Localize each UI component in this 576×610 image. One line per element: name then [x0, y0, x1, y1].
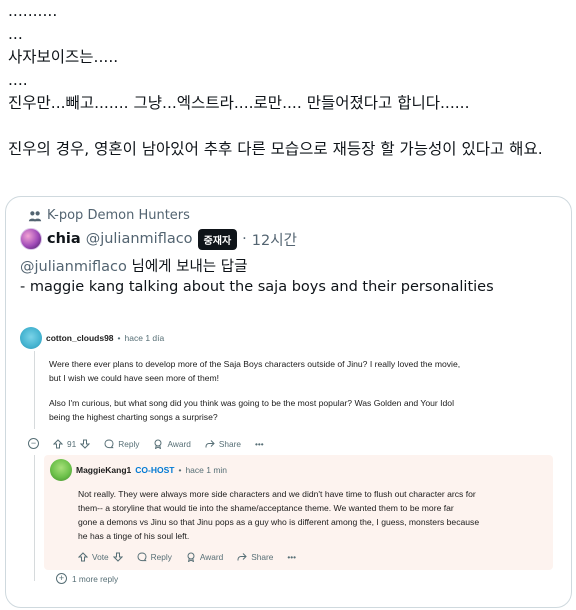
community-name: K-pop Demon Hunters — [47, 208, 190, 223]
share-icon — [237, 553, 247, 561]
more-options-icon: ••• — [254, 438, 264, 449]
post-line: 진우의 경우, 영혼이 남아있어 추후 다른 모습으로 재등장 할 가능성이 있… — [8, 140, 543, 158]
comment-line: Were there ever plans to develop more of… — [49, 359, 461, 369]
comment-line: gone a demons vs Jinu so that Jinu pops … — [78, 517, 480, 527]
post-line: .... — [8, 71, 28, 89]
reply-label: Reply — [118, 438, 140, 449]
post-line: 진우만...빼고....... 그냥...엑스트라....로만.... 만들어졌… — [8, 94, 470, 112]
expand-icon: + — [56, 573, 67, 584]
comment-line: Not really. They were always more side c… — [78, 489, 476, 499]
quote-body: - maggie kang talking about the saja boy… — [20, 279, 494, 295]
share-button: Share — [205, 439, 241, 449]
award-label: Award — [199, 552, 224, 562]
comment-icon — [104, 438, 114, 448]
downvote-icon — [112, 552, 123, 562]
thread-line — [34, 455, 35, 581]
vote-count: 91 — [67, 438, 77, 449]
more-replies-label: 1 more reply — [72, 573, 119, 584]
cohost-badge: CO-HOST — [135, 465, 175, 475]
post-line: .......... — [8, 2, 58, 20]
avatar[interactable] — [20, 228, 42, 250]
reply-label: Reply — [150, 552, 172, 562]
award-label: Award — [167, 438, 191, 449]
separator: · — [242, 231, 247, 247]
thread-line — [34, 351, 35, 429]
comment-user: MaggieKang1 — [76, 465, 132, 475]
post-time[interactable]: 12시간 — [252, 229, 297, 250]
comment-icon — [137, 552, 147, 562]
quote-header: chia @julianmiflaco 중재자 · 12시간 — [20, 228, 297, 250]
award-button: Award — [186, 552, 223, 562]
more-replies: + 1 more reply — [56, 573, 118, 584]
collapse-icon: − — [28, 438, 39, 449]
vote-control: 91 — [53, 438, 91, 449]
share-label: Share — [251, 552, 274, 562]
more-options-icon: ••• — [287, 552, 297, 562]
vote-label: Vote — [92, 552, 109, 562]
reply-mention[interactable]: @julianmiflaco — [20, 259, 127, 275]
author-handle[interactable]: @julianmiflaco — [86, 231, 193, 247]
comment-actions: Vote Reply Award Share ••• — [78, 552, 296, 562]
community-icon — [28, 210, 42, 221]
avatar — [50, 459, 72, 481]
comment-text: Not really. They were always more side c… — [78, 487, 479, 543]
post-text: .......... ... 사자보이즈는..... .... 진우만...빼고… — [8, 0, 568, 161]
upvote-icon — [53, 438, 63, 448]
upvote-icon — [78, 552, 88, 562]
reply-to-label: 님에게 보내는 답글 — [126, 259, 248, 275]
reply-button: Reply — [104, 439, 139, 449]
comment-header: cotton_clouds98 • hace 1 día — [20, 327, 164, 349]
vote-control: Vote — [78, 552, 123, 562]
comment-line: being the highest charting songs a surpr… — [49, 412, 218, 422]
share-icon — [205, 439, 215, 447]
comment-header: MaggieKang1 CO-HOST • hace 1 min — [50, 459, 227, 481]
post-line: 사자보이즈는..... — [8, 48, 119, 66]
comment-time: hace 1 min — [185, 465, 228, 475]
comment-line: Also I'm curious, but what song did you … — [49, 398, 454, 408]
comment-line: he has a tinge of his soul left. — [78, 531, 190, 541]
award-icon — [187, 552, 195, 562]
reddit-screenshot: cotton_clouds98 • hace 1 día Were there … — [14, 317, 567, 607]
comment-text: Were there ever plans to develop more of… — [49, 357, 460, 424]
comment-line: them-- a storyline that would tie into t… — [78, 503, 454, 513]
avatar — [20, 327, 42, 349]
award-button: Award — [153, 438, 191, 449]
downvote-icon — [80, 439, 91, 449]
comment-time: hace 1 día — [124, 333, 165, 343]
reply-to-line: @julianmiflaco 님에게 보내는 답글 — [20, 255, 247, 276]
reply-button: Reply — [137, 552, 172, 562]
quoted-post[interactable]: K-pop Demon Hunters chia @julianmiflaco … — [5, 196, 572, 608]
community-label[interactable]: K-pop Demon Hunters — [28, 208, 190, 223]
post-spacer — [8, 115, 568, 138]
comment-actions: − 91 Reply Award Share ••• — [28, 438, 264, 449]
nested-reply: MaggieKang1 CO-HOST • hace 1 min Not rea… — [44, 455, 553, 570]
separator: • — [117, 333, 121, 343]
separator: • — [178, 465, 182, 475]
comment-line: but I wish we could have seen more of th… — [49, 373, 220, 383]
comment-user: cotton_clouds98 — [46, 333, 114, 343]
share-button: Share — [237, 552, 273, 562]
author-name[interactable]: chia — [47, 231, 81, 247]
post-line: ... — [8, 25, 23, 43]
award-icon — [154, 439, 162, 449]
share-label: Share — [218, 438, 241, 449]
moderator-badge: 중재자 — [197, 228, 238, 250]
